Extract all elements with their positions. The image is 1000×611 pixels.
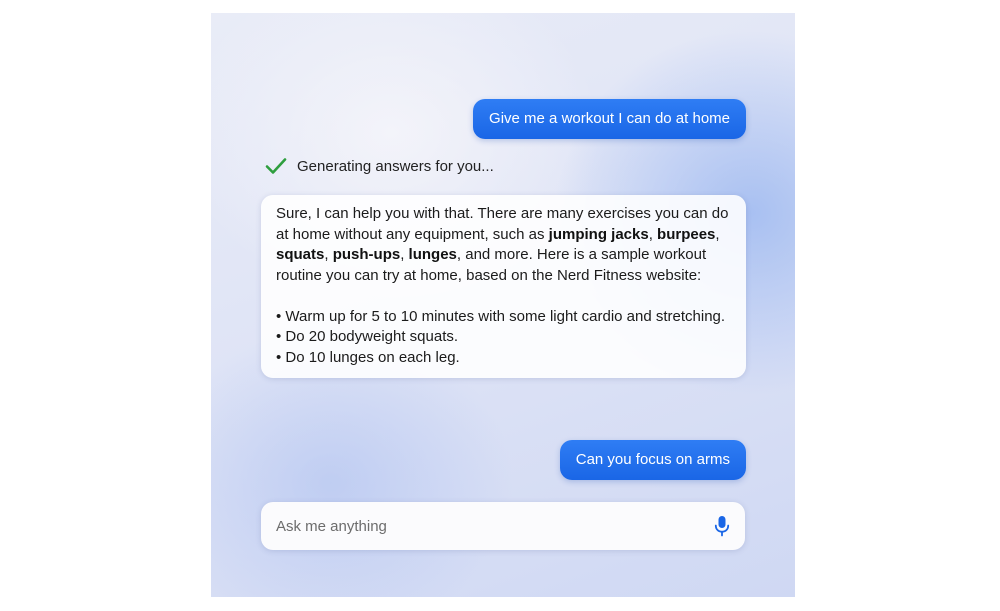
user-message-bubble: Give me a workout I can do at home xyxy=(473,99,746,139)
chat-input-box[interactable] xyxy=(261,502,745,550)
answer-keyword: burpees xyxy=(657,225,716,243)
checkmark-icon xyxy=(265,157,287,175)
generating-status: Generating answers for you... xyxy=(265,155,494,177)
chat-panel: Give me a workout I can do at home Gener… xyxy=(211,13,795,597)
user-message-bubble: Can you focus on arms xyxy=(559,440,746,480)
answer-separator: , xyxy=(400,246,409,263)
chat-input[interactable] xyxy=(276,517,676,535)
assistant-answer-card: Sure, I can help you with that. There ar… xyxy=(261,195,746,378)
answer-separator: , xyxy=(324,246,333,263)
answer-keyword: squats xyxy=(276,246,325,263)
answer-separator: , xyxy=(715,225,720,243)
microphone-icon[interactable] xyxy=(714,515,730,537)
answer-bullet: • Do 10 lunges on each leg. xyxy=(276,348,460,366)
user-message-text: Can you focus on arms xyxy=(575,451,730,468)
answer-keyword: lunges xyxy=(408,246,457,263)
answer-bullet: • Do 20 bodyweight squats. xyxy=(276,328,459,345)
user-message-text: Give me a workout I can do at home xyxy=(489,110,730,127)
answer-keyword: push-ups xyxy=(332,246,401,263)
status-text: Generating answers for you... xyxy=(297,157,494,175)
answer-bullet: • Warm up for 5 to 10 minutes with some … xyxy=(276,307,726,325)
answer-paragraph: Sure, I can help you with that. There ar… xyxy=(276,204,732,286)
answer-keyword: jumping jacks xyxy=(548,225,649,243)
answer-separator: , xyxy=(648,225,658,243)
